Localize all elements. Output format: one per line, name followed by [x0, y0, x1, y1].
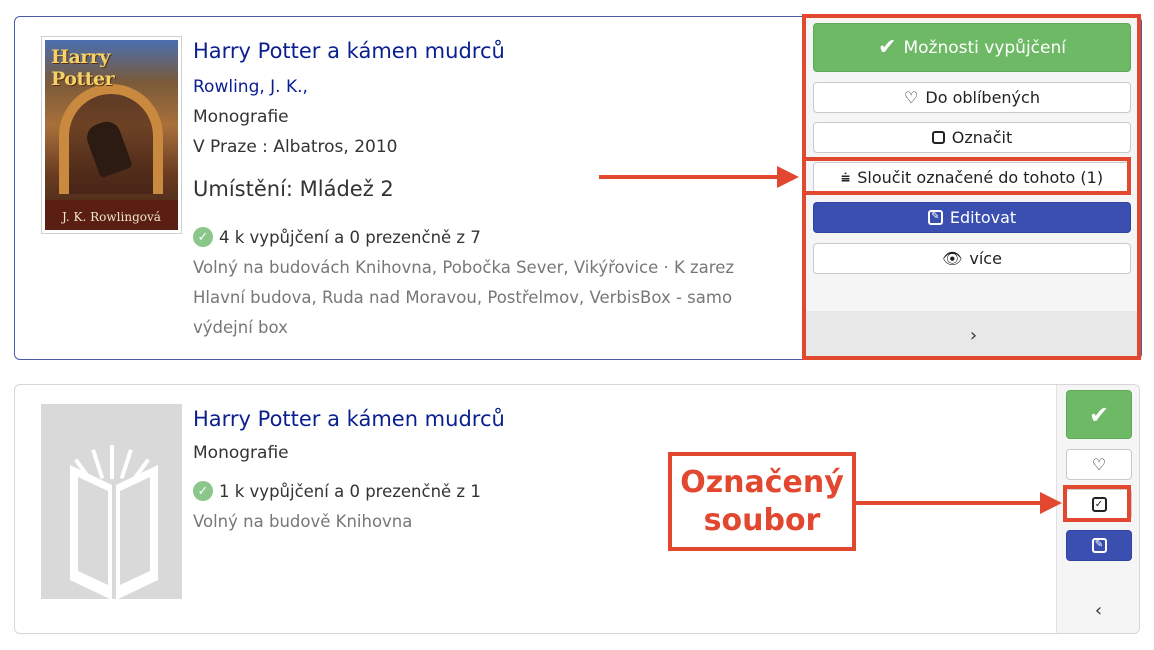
record-title-link[interactable]: Harry Potter a kámen mudrců	[193, 39, 505, 63]
checked-box-icon: ✓	[1091, 497, 1107, 512]
heart-icon: ♡	[1091, 455, 1107, 474]
borrow-options-label: Možnosti vypůjčení	[903, 37, 1066, 58]
marked-toggle-button[interactable]: ✓	[1066, 489, 1132, 520]
annotation-arrowhead	[1040, 492, 1062, 514]
borrow-options-button[interactable]: ✔ Možnosti vypůjčení	[813, 23, 1131, 72]
cover-author-text: J. K. Rowlingová	[62, 210, 161, 224]
annotation-marked-label: Označený soubor	[668, 452, 856, 551]
availability-summary: ✓ 4 k vypůjčení a 0 prezenčně z 7	[193, 227, 481, 247]
record-title-link[interactable]: Harry Potter a kámen mudrců	[193, 407, 505, 431]
record-type: Monografie	[193, 107, 289, 127]
edit-icon: ✎	[1091, 538, 1107, 553]
add-to-favorites-button[interactable]: ♡	[1066, 449, 1132, 480]
eye-icon: 👁	[942, 249, 963, 268]
record-card-2: Harry Potter a kámen mudrců Monografie ✓…	[14, 384, 1140, 634]
panel-collapse-toggle[interactable]: ›	[805, 311, 1141, 359]
availability-summary: ✓ 1 k vypůjčení a 0 prezenčně z 1	[193, 481, 481, 501]
heart-icon: ♡	[904, 88, 919, 107]
cover-title-text: Harry Potter	[51, 46, 115, 90]
book-cover-placeholder[interactable]	[41, 404, 182, 600]
mark-label: Označit	[951, 128, 1013, 147]
cover-image: Harry Potter J. K. Rowlingová	[45, 40, 178, 230]
available-check-icon: ✓	[193, 481, 213, 501]
availability-detail-line: Volný na budově Knihovna	[193, 512, 413, 531]
record-type: Monografie	[193, 443, 289, 463]
chevron-left-icon: ‹	[1094, 599, 1103, 621]
annotation-label-line: Označený	[680, 464, 844, 500]
borrow-options-button[interactable]: ✔	[1066, 390, 1132, 439]
merge-marked-button[interactable]: ⩧ Sloučit označené do tohoto (1)	[813, 162, 1131, 193]
edit-icon: ✎	[927, 210, 943, 225]
availability-detail-line: výdejní box	[193, 318, 288, 337]
panel-expand-toggle[interactable]: ‹	[1057, 587, 1139, 633]
availability-detail-line: Hlavní budova, Ruda nad Moravou, Postřel…	[193, 288, 733, 307]
author-link[interactable]: Rowling, J. K.,	[193, 77, 308, 97]
annotation-arrow-line	[856, 501, 1041, 505]
action-panel-collapsed: ✔ ♡ ✓ ✎ ‹	[1056, 385, 1139, 633]
availability-text: 4 k vypůjčení a 0 prezenčně z 7	[219, 227, 481, 247]
record-card-1: Harry Potter J. K. Rowlingová Harry Pott…	[14, 16, 1142, 360]
more-label: více	[969, 249, 1002, 268]
book-icon	[70, 445, 158, 600]
mark-button[interactable]: Označit	[813, 122, 1131, 153]
annotation-arrow-line	[599, 175, 779, 179]
available-check-icon: ✓	[193, 227, 213, 247]
annotation-arrowhead	[777, 166, 799, 188]
edit-button[interactable]: ✎	[1066, 530, 1132, 561]
availability-text: 1 k vypůjčení a 0 prezenčně z 1	[219, 481, 481, 501]
check-icon: ✔	[1088, 400, 1110, 429]
availability-detail-line: Volný na budovách Knihovna, Pobočka Seve…	[193, 258, 735, 277]
check-icon: ✔	[878, 35, 897, 60]
annotation-label-line: soubor	[703, 502, 821, 538]
more-button[interactable]: 👁 více	[813, 243, 1131, 274]
add-to-favorites-button[interactable]: ♡ Do oblíbených	[813, 82, 1131, 113]
checkbox-icon	[931, 131, 945, 144]
merge-icon: ⩧	[840, 167, 851, 187]
edit-label: Editovat	[949, 208, 1017, 227]
chevron-right-icon: ›	[969, 324, 978, 346]
favorites-label: Do oblíbených	[925, 88, 1040, 107]
merge-label: Sloučit označené do tohoto (1)	[857, 168, 1104, 187]
book-cover[interactable]: Harry Potter J. K. Rowlingová	[41, 36, 182, 234]
publisher-info: V Praze : Albatros, 2010	[193, 137, 398, 157]
location-label: Umístění: Mládež 2	[193, 177, 394, 201]
edit-button[interactable]: ✎ Editovat	[813, 202, 1131, 233]
action-panel: ✔ Možnosti vypůjčení ♡ Do oblíbených Ozn…	[804, 17, 1141, 359]
